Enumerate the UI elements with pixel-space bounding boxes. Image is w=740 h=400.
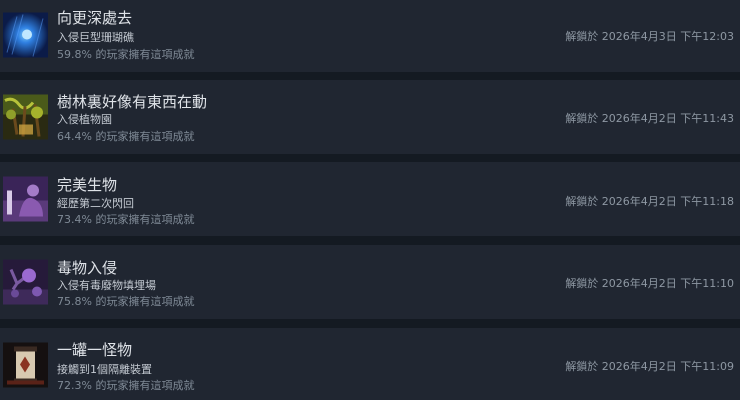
achievement-row[interactable]: 一罐一怪物 接觸到1個隔離裝置 72.3% 的玩家擁有這項成就 解鎖於 2026… (0, 328, 740, 400)
achievement-title: 毒物入侵 (57, 259, 118, 277)
achievement-description: 入侵植物園 (57, 113, 112, 126)
achievement-percent: 72.3% 的玩家擁有這項成就 (57, 379, 195, 392)
achievement-percent: 75.8% 的玩家擁有這項成就 (57, 295, 195, 308)
unlock-date: 解鎖於 2026年4月2日 下午11:10 (565, 277, 734, 290)
blue-orb-icon (3, 12, 48, 58)
achievement-title: 一罐一怪物 (57, 341, 133, 359)
achievement-description: 入侵巨型珊瑚礁 (57, 31, 134, 44)
achievement-percent: 59.8% 的玩家擁有這項成就 (57, 48, 195, 61)
achievement-list: 向更深處去 入侵巨型珊瑚礁 59.8% 的玩家擁有這項成就 解鎖於 2026年4… (0, 0, 740, 400)
achievement-description: 接觸到1個隔離裝置 (57, 363, 152, 376)
unlock-date: 解鎖於 2026年4月3日 下午12:03 (565, 30, 734, 43)
purple-creature-icon (3, 176, 48, 222)
achievement-row[interactable]: 完美生物 經歷第二次閃回 73.4% 的玩家擁有這項成就 解鎖於 2026年4月… (0, 162, 740, 236)
containment-jar-icon (3, 342, 48, 388)
achievement-row[interactable]: 向更深處去 入侵巨型珊瑚礁 59.8% 的玩家擁有這項成就 解鎖於 2026年4… (0, 0, 740, 72)
achievement-row[interactable]: 毒物入侵 入侵有毒廢物填埋場 75.8% 的玩家擁有這項成就 解鎖於 2026年… (0, 245, 740, 319)
unlock-date: 解鎖於 2026年4月2日 下午11:18 (565, 195, 734, 208)
achievement-percent: 64.4% 的玩家擁有這項成就 (57, 130, 195, 143)
achievement-description: 經歷第二次閃回 (57, 197, 134, 210)
achievement-description: 入侵有毒廢物填埋場 (57, 279, 156, 292)
unlock-date: 解鎖於 2026年4月2日 下午11:43 (565, 112, 734, 125)
achievement-title: 完美生物 (57, 176, 118, 194)
achievement-title: 樹林裏好像有東西在動 (57, 93, 208, 111)
toxic-flower-icon (3, 259, 48, 305)
achievement-title: 向更深處去 (57, 9, 133, 27)
achievement-row[interactable]: 樹林裏好像有東西在動 入侵植物園 64.4% 的玩家擁有這項成就 解鎖於 202… (0, 80, 740, 154)
achievement-percent: 73.4% 的玩家擁有這項成就 (57, 213, 195, 226)
forest-vines-icon (3, 94, 48, 140)
unlock-date: 解鎖於 2026年4月2日 下午11:09 (565, 360, 734, 373)
